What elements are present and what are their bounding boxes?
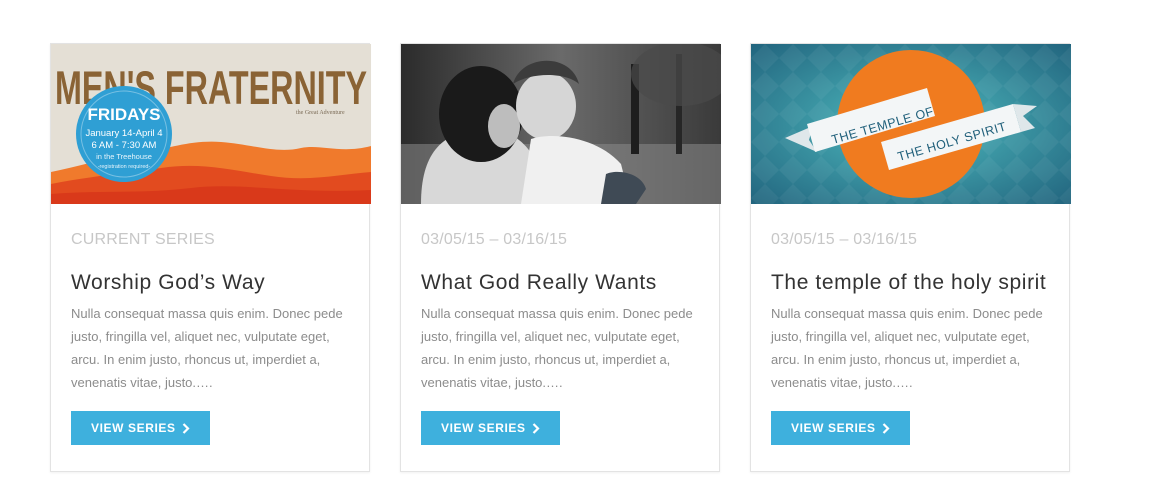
series-title[interactable]: The temple of the holy spirit [771, 270, 1049, 296]
series-image-link-2[interactable] [401, 44, 721, 204]
view-series-button[interactable]: VIEW SERIES [771, 411, 910, 445]
series-card-2: 03/05/15 – 03/16/15 What God Really Want… [400, 43, 721, 472]
svg-text:6 AM - 7:30 AM: 6 AM - 7:30 AM [92, 140, 157, 151]
mother-child-photo [401, 44, 721, 204]
mens-fraternity-image: MEN'S FRATERNITY the Great Adventure FRI… [51, 44, 371, 204]
chevron-right-icon [182, 422, 190, 434]
chevron-right-icon [882, 422, 890, 434]
view-series-label: VIEW SERIES [791, 421, 876, 435]
series-meta: 03/05/15 – 03/16/15 [421, 231, 568, 248]
chevron-right-icon [532, 422, 540, 434]
view-series-button[interactable]: VIEW SERIES [421, 411, 560, 445]
fridays-badge: FRIDAYS January 14-April 4 6 AM - 7:30 A… [76, 86, 172, 182]
series-title[interactable]: Worship God’s Way [71, 270, 349, 296]
view-series-label: VIEW SERIES [91, 421, 176, 435]
series-description: Nulla consequat massa quis enim. Donec p… [71, 306, 343, 390]
series-meta: CURRENT SERIES [71, 231, 215, 248]
image-tagline: the Great Adventure [296, 110, 345, 116]
series-image-link-1[interactable]: MEN'S FRATERNITY the Great Adventure FRI… [51, 44, 371, 204]
series-description: Nulla consequat massa quis enim. Donec p… [771, 306, 1043, 390]
view-series-label: VIEW SERIES [441, 421, 526, 435]
svg-text:January 14-April 4: January 14-April 4 [85, 128, 162, 139]
series-card-3: THE TEMPLE OF THE HOLY SPIRIT 03/05/15 –… [750, 43, 1071, 472]
series-title[interactable]: What God Really Wants [421, 270, 699, 296]
svg-text:-registration required-: -registration required- [98, 164, 151, 170]
series-description: Nulla consequat massa quis enim. Donec p… [421, 306, 693, 390]
svg-text:FRIDAYS: FRIDAYS [87, 105, 160, 124]
svg-text:in the Treehouse: in the Treehouse [96, 152, 152, 161]
series-image-link-3[interactable]: THE TEMPLE OF THE HOLY SPIRIT [751, 44, 1071, 204]
temple-holy-spirit-image: THE TEMPLE OF THE HOLY SPIRIT [751, 44, 1071, 204]
series-card-1: MEN'S FRATERNITY the Great Adventure FRI… [50, 43, 371, 472]
series-meta: 03/05/15 – 03/16/15 [771, 231, 918, 248]
view-series-button[interactable]: VIEW SERIES [71, 411, 210, 445]
